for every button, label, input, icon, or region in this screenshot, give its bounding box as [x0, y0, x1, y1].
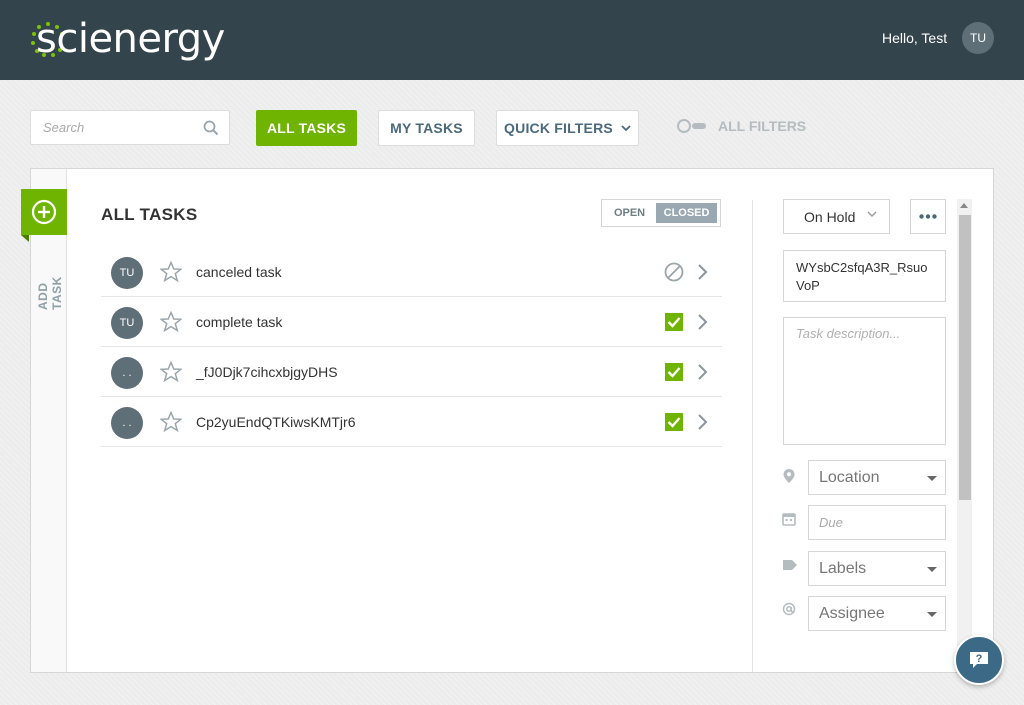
star-icon[interactable] — [160, 311, 182, 332]
task-row[interactable]: . . Cp2yuEndQTKiwsKMTjr6 — [101, 397, 722, 447]
top-bar: scienergy Hello, Test TU — [0, 0, 1024, 80]
chevron-right-icon[interactable] — [697, 313, 709, 331]
all-tasks-button[interactable]: ALL TASKS — [256, 110, 357, 146]
closed-tab[interactable]: CLOSED — [656, 203, 717, 223]
logo-text: scienergy — [36, 16, 225, 62]
task-row[interactable]: . . _fJ0Djk7cihcxbjgyDHS — [101, 347, 722, 397]
check-icon[interactable] — [664, 412, 684, 432]
chevron-right-icon[interactable] — [697, 363, 709, 381]
task-row[interactable]: TU complete task — [101, 297, 722, 347]
labels-placeholder: Labels — [819, 559, 867, 577]
detail-scrollbar[interactable] — [957, 199, 972, 673]
open-tab[interactable]: OPEN — [605, 203, 654, 223]
task-name[interactable]: Cp2yuEndQTKiwsKMTjr6 — [196, 414, 356, 430]
check-icon[interactable] — [664, 362, 684, 382]
quick-filters-label: QUICK FILTERS — [504, 120, 613, 136]
help-chat-icon: ? — [970, 652, 988, 668]
task-assignee-avatar: . . — [111, 357, 143, 389]
more-options-button[interactable] — [910, 199, 946, 234]
labels-dropdown[interactable]: Labels — [808, 551, 946, 586]
svg-text:?: ? — [976, 653, 983, 665]
assignee-dropdown[interactable]: Assignee — [808, 596, 946, 631]
toggle-switch-icon — [677, 119, 706, 133]
quick-filters-dropdown[interactable]: QUICK FILTERS — [496, 110, 639, 146]
ellipsis-icon — [919, 214, 937, 219]
search-input[interactable] — [31, 111, 191, 144]
chevron-down-icon — [621, 124, 631, 131]
chevron-right-icon[interactable] — [697, 413, 709, 431]
user-greeting: Hello, Test — [882, 30, 948, 46]
all-filters-toggle[interactable]: ALL FILTERS — [676, 118, 806, 134]
my-tasks-button[interactable]: MY TASKS — [378, 110, 475, 146]
task-assignee-avatar: TU — [111, 257, 143, 289]
add-task-label[interactable]: ADD TASK — [36, 250, 64, 310]
task-status-value: On Hold — [804, 208, 856, 225]
add-task-strip — [31, 169, 67, 672]
location-dropdown[interactable]: Location — [808, 460, 946, 495]
search-box — [30, 110, 230, 145]
assignee-placeholder: Assignee — [819, 604, 885, 622]
chevron-down-icon — [867, 211, 877, 217]
user-avatar[interactable]: TU — [962, 22, 994, 54]
caret-down-icon — [927, 476, 937, 481]
task-assignee-avatar: TU — [111, 307, 143, 339]
task-row[interactable]: TU canceled task — [101, 247, 722, 297]
check-icon[interactable] — [664, 312, 684, 332]
at-sign-icon — [782, 602, 796, 616]
task-description-field[interactable] — [783, 317, 946, 445]
star-icon[interactable] — [160, 261, 182, 282]
star-icon[interactable] — [160, 361, 182, 382]
cancel-icon[interactable] — [664, 262, 684, 282]
caret-down-icon — [927, 612, 937, 617]
search-icon[interactable] — [203, 120, 219, 136]
add-task-button[interactable] — [21, 189, 67, 242]
task-name[interactable]: canceled task — [196, 264, 282, 280]
scroll-up-arrow-icon[interactable] — [960, 203, 968, 208]
chevron-right-icon[interactable] — [697, 263, 709, 281]
help-button[interactable]: ? — [954, 635, 1004, 685]
open-closed-toggle: OPEN CLOSED — [601, 199, 721, 227]
caret-down-icon — [927, 567, 937, 572]
task-name[interactable]: _fJ0Djk7cihcxbjgyDHS — [196, 364, 338, 380]
task-title-field[interactable]: WYsbC2sfqA3R_RsuoVoP — [783, 250, 946, 302]
task-list-title: ALL TASKS — [101, 205, 198, 224]
location-pin-icon — [783, 469, 795, 483]
plus-circle-icon — [31, 199, 57, 225]
star-icon[interactable] — [160, 411, 182, 432]
due-date-field[interactable]: Due — [808, 505, 946, 540]
logo[interactable]: scienergy — [30, 16, 225, 62]
task-name[interactable]: complete task — [196, 314, 282, 330]
task-status-dropdown[interactable]: On Hold — [783, 199, 890, 234]
scrollbar-thumb[interactable] — [959, 215, 971, 500]
calendar-icon — [782, 513, 796, 526]
location-placeholder: Location — [819, 468, 880, 486]
all-filters-label: ALL FILTERS — [718, 118, 807, 134]
task-assignee-avatar: . . — [111, 407, 143, 439]
label-tag-icon — [783, 560, 797, 570]
pane-divider — [752, 200, 753, 672]
due-date-placeholder: Due — [819, 515, 843, 530]
